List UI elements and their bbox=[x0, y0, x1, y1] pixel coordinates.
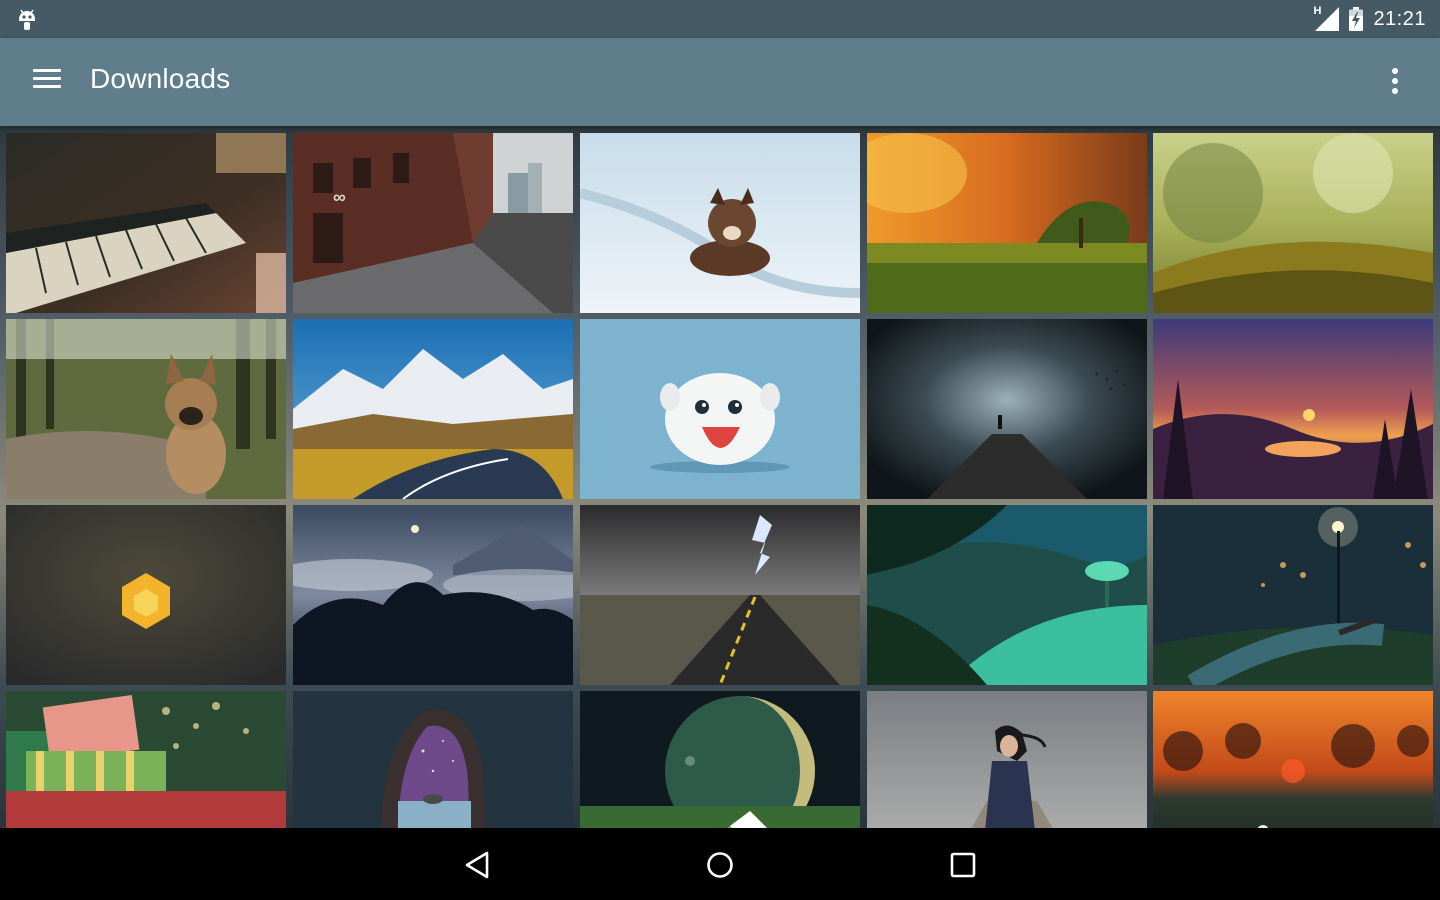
wallpaper-tile-white-fluffy-creature[interactable] bbox=[580, 319, 860, 499]
wallpaper-grid: ∞ bbox=[0, 126, 1440, 828]
signal-icon: H bbox=[1313, 5, 1340, 31]
svg-text:∞: ∞ bbox=[333, 187, 346, 207]
recents-icon[interactable] bbox=[948, 850, 978, 880]
wallpaper-tile-park-bench-night[interactable] bbox=[1153, 505, 1433, 685]
wallpaper-tile-brick-alley[interactable]: ∞ bbox=[293, 133, 573, 313]
menu-icon[interactable] bbox=[33, 69, 63, 93]
navigation-bar bbox=[0, 828, 1440, 900]
app-bar: Downloads bbox=[0, 38, 1440, 126]
battery-charging-icon bbox=[1349, 7, 1364, 31]
android-debug-icon bbox=[19, 9, 35, 30]
wallpaper-tile-cave-sea[interactable] bbox=[293, 691, 573, 828]
wallpaper-tile-autumn-meadow[interactable] bbox=[867, 133, 1147, 313]
wallpaper-tile-french-bulldog[interactable] bbox=[6, 319, 286, 499]
wallpaper-tile-hexagon-logo[interactable] bbox=[6, 505, 286, 685]
page-title: Downloads bbox=[90, 63, 231, 94]
wallpaper-tile-planet-mountain[interactable] bbox=[580, 691, 860, 828]
home-icon[interactable] bbox=[705, 850, 735, 880]
wallpaper-tile-sunset-lake-deer[interactable] bbox=[1153, 319, 1433, 499]
status-bar: H 21:21 bbox=[0, 0, 1440, 38]
overflow-menu-icon[interactable] bbox=[1382, 66, 1408, 96]
wallpaper-tile-dog-in-snow[interactable] bbox=[580, 133, 860, 313]
wallpaper-tile-mountain-road[interactable] bbox=[293, 319, 573, 499]
status-clock: 21:21 bbox=[1373, 7, 1426, 30]
wallpaper-tile-foggy-pier[interactable] bbox=[867, 319, 1147, 499]
wallpaper-tile-lightning-road[interactable] bbox=[580, 505, 860, 685]
wallpaper-tile-girl-on-pier[interactable] bbox=[867, 691, 1147, 828]
back-icon[interactable] bbox=[463, 850, 493, 880]
wallpaper-tile-mossy-field[interactable] bbox=[1153, 133, 1433, 313]
wallpaper-tile-piano[interactable] bbox=[6, 133, 286, 313]
wallpaper-tile-tree-on-hill[interactable] bbox=[867, 505, 1147, 685]
wallpaper-tile-dandelions-sunset[interactable] bbox=[1153, 691, 1433, 828]
wallpaper-tile-gift-boxes[interactable] bbox=[6, 691, 286, 828]
wallpaper-tile-night-forest-moon[interactable] bbox=[293, 505, 573, 685]
